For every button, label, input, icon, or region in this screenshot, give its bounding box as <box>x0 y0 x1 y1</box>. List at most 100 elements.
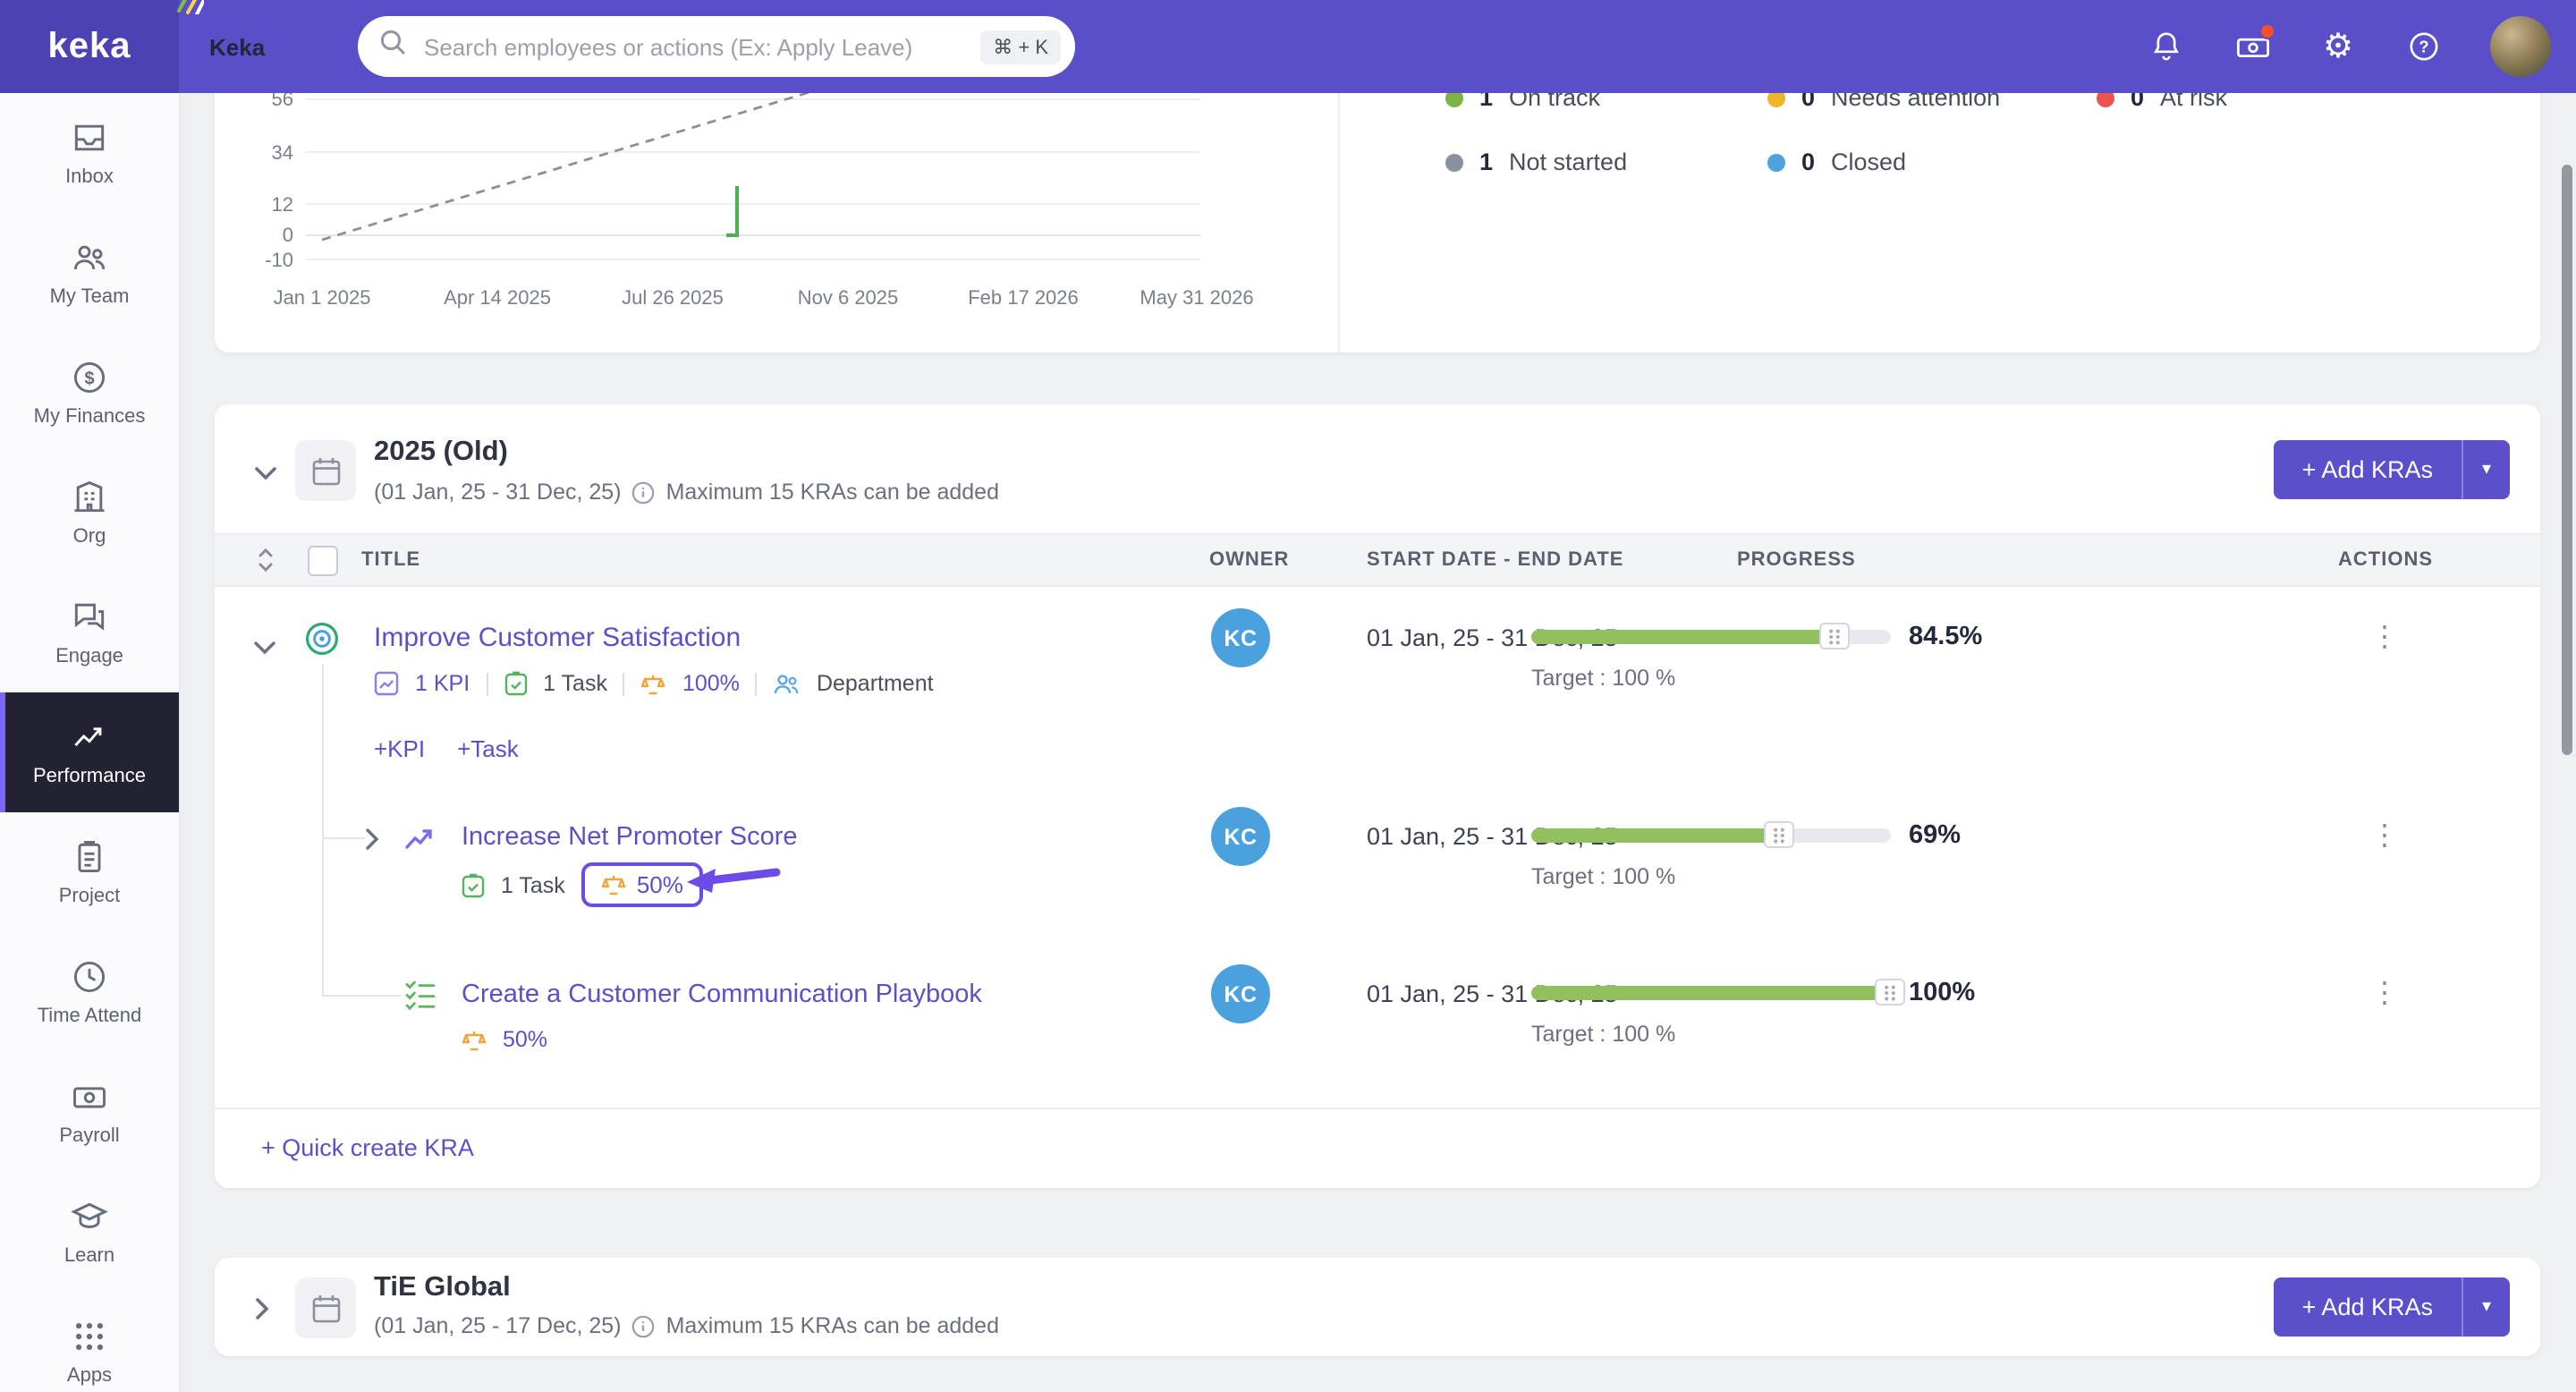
search-icon <box>379 29 406 64</box>
row-menu-icon[interactable]: ⋮ <box>2370 619 2399 655</box>
department-icon <box>774 672 801 695</box>
kpi-expand-chevron-icon[interactable] <box>365 827 379 859</box>
sidebar-item-inbox[interactable]: Inbox <box>0 93 179 213</box>
apps-grid-icon <box>70 1317 109 1356</box>
progress-drag-handle[interactable] <box>1763 821 1794 848</box>
tie-section-subtitle: (01 Jan, 25 - 17 Dec, 25) Maximum 15 KRA… <box>374 1313 999 1338</box>
section-expand-chevron-icon[interactable] <box>254 1297 270 1329</box>
legend-not-started: 1 Not started <box>1445 149 1627 175</box>
add-task-link[interactable]: +Task <box>457 735 519 762</box>
goal-target-icon <box>304 621 340 666</box>
progress-drag-handle[interactable] <box>1875 979 1905 1006</box>
weight-icon <box>462 1028 487 1051</box>
kra-table-header: TITLE OWNER START DATE - END DATE PROGRE… <box>215 533 2540 587</box>
weight-icon <box>641 672 666 695</box>
owner-avatar[interactable]: KC <box>1211 807 1270 866</box>
sidebar-item-apps[interactable]: Apps <box>0 1292 179 1392</box>
rewards-icon[interactable] <box>2233 23 2275 66</box>
svg-text:34: 34 <box>272 141 293 164</box>
notifications-bell-icon[interactable] <box>2147 27 2186 66</box>
kra-meta-row: 1 KPI 1 Task 100% Department <box>374 671 934 696</box>
info-icon <box>632 1314 656 1337</box>
col-header-progress: PROGRESS <box>1737 549 1856 571</box>
sidebar-item-engage[interactable]: Engage <box>0 573 179 692</box>
section-collapse-chevron-icon[interactable] <box>254 458 277 490</box>
add-kras-caret-icon[interactable]: ▾ <box>2462 440 2510 499</box>
quick-create-kra-link[interactable]: + Quick create KRA <box>261 1134 474 1161</box>
finances-icon: $ <box>70 358 109 397</box>
table-row-task: Create a Customer Communication Playbook… <box>215 948 2540 1108</box>
task-checklist-icon <box>404 979 436 1020</box>
learn-icon <box>70 1197 109 1236</box>
col-header-title: TITLE <box>361 549 421 571</box>
top-navbar: keka Keka ⌘ + K ⚙ ? <box>0 0 2576 93</box>
sidebar-item-my-team[interactable]: My Team <box>0 213 179 333</box>
goal-section-title: 2025 (Old) <box>374 437 508 467</box>
select-all-checkbox[interactable] <box>308 546 338 576</box>
svg-text:0: 0 <box>283 224 293 246</box>
svg-text:Jan 1 2025: Jan 1 2025 <box>274 286 371 309</box>
table-row-kra: Improve Customer Satisfaction 1 KPI 1 Ta… <box>215 592 2540 791</box>
add-kpi-link[interactable]: +KPI <box>374 735 425 762</box>
svg-text:Apr 14 2025: Apr 14 2025 <box>444 286 551 309</box>
help-icon[interactable]: ? <box>2404 27 2444 66</box>
table-row-kpi: Increase Net Promoter Score 1 Task 50% K… <box>215 791 2540 948</box>
not-started-dot-icon <box>1445 153 1463 171</box>
collapse-all-icon[interactable] <box>254 547 277 581</box>
page-scrollbar-thumb[interactable] <box>2562 165 2572 755</box>
kpi-title-link[interactable]: Increase Net Promoter Score <box>462 823 798 852</box>
settings-gear-icon[interactable]: ⚙ <box>2318 27 2358 66</box>
kra-title-link[interactable]: Improve Customer Satisfaction <box>374 623 741 653</box>
sidebar-item-performance[interactable]: Performance <box>0 692 179 812</box>
performance-icon <box>70 717 109 757</box>
col-header-dates: START DATE - END DATE <box>1367 549 1624 571</box>
svg-text:Nov 6 2025: Nov 6 2025 <box>798 286 899 309</box>
calendar-icon <box>295 440 356 501</box>
progress-percent: 69% <box>1909 821 1962 850</box>
col-header-owner: OWNER <box>1209 549 1290 571</box>
sidebar-item-payroll[interactable]: Payroll <box>0 1052 179 1172</box>
add-kras-button[interactable]: + Add KRAs ▾ <box>2273 1277 2510 1337</box>
search-input[interactable] <box>420 31 981 62</box>
sidebar-item-my-finances[interactable]: $ My Finances <box>0 333 179 453</box>
goal-summary-card: 56 34 12 0 -10 Jan 1 2025 Apr 14 2025 Ju… <box>215 54 2540 352</box>
sidebar-item-learn[interactable]: Learn <box>0 1172 179 1292</box>
user-avatar[interactable] <box>2490 16 2551 77</box>
org-icon <box>70 478 109 517</box>
goal-progress-chart: 56 34 12 0 -10 Jan 1 2025 Apr 14 2025 Ju… <box>265 54 1254 309</box>
add-kras-button[interactable]: + Add KRAs ▾ <box>2273 440 2510 499</box>
project-icon <box>70 837 109 877</box>
sidebar-item-org[interactable]: Org <box>0 453 179 573</box>
owner-avatar[interactable]: KC <box>1211 964 1270 1023</box>
owner-avatar[interactable]: KC <box>1211 608 1270 667</box>
sidebar-item-time-attend[interactable]: Time Attend <box>0 932 179 1052</box>
add-kras-caret-icon[interactable]: ▾ <box>2462 1277 2510 1337</box>
calendar-icon <box>295 1277 356 1338</box>
col-header-actions: ACTIONS <box>2338 549 2433 571</box>
global-search[interactable]: ⌘ + K <box>358 16 1075 77</box>
kra-progress-cell: 84.5% Target : 100 % <box>1531 623 1982 691</box>
kra-add-links: +KPI +Task <box>374 735 519 762</box>
kpi-count-icon <box>374 671 399 696</box>
search-shortcut-badge: ⌘ + K <box>980 30 1061 64</box>
legend-closed: 0 Closed <box>1767 149 1906 175</box>
svg-text:-10: -10 <box>265 249 293 271</box>
keka-logo[interactable]: keka <box>0 0 204 93</box>
kra-expand-chevron-icon[interactable] <box>254 632 275 664</box>
progress-bar <box>1531 623 1891 649</box>
row-menu-icon[interactable]: ⋮ <box>2370 818 2399 853</box>
sidebar-nav: Inbox My Team $ My Finances Org Engage P… <box>0 93 181 1392</box>
engage-icon <box>70 598 109 637</box>
annotation-arrow-icon <box>687 868 781 893</box>
main-content: 56 34 12 0 -10 Jan 1 2025 Apr 14 2025 Ju… <box>179 0 2576 1392</box>
progress-drag-handle[interactable] <box>1818 623 1850 649</box>
svg-text:12: 12 <box>272 193 293 216</box>
task-title-link[interactable]: Create a Customer Communication Playbook <box>462 980 982 1009</box>
progress-percent: 84.5% <box>1909 623 1983 651</box>
row-menu-icon[interactable]: ⋮ <box>2370 975 2399 1011</box>
kpi-meta-row: 1 Task 50% <box>462 862 703 907</box>
progress-target: Target : 100 % <box>1531 666 1676 691</box>
task-meta-row: 50% <box>462 1027 547 1052</box>
sidebar-item-project[interactable]: Project <box>0 812 179 932</box>
progress-bar <box>1531 979 1905 1006</box>
